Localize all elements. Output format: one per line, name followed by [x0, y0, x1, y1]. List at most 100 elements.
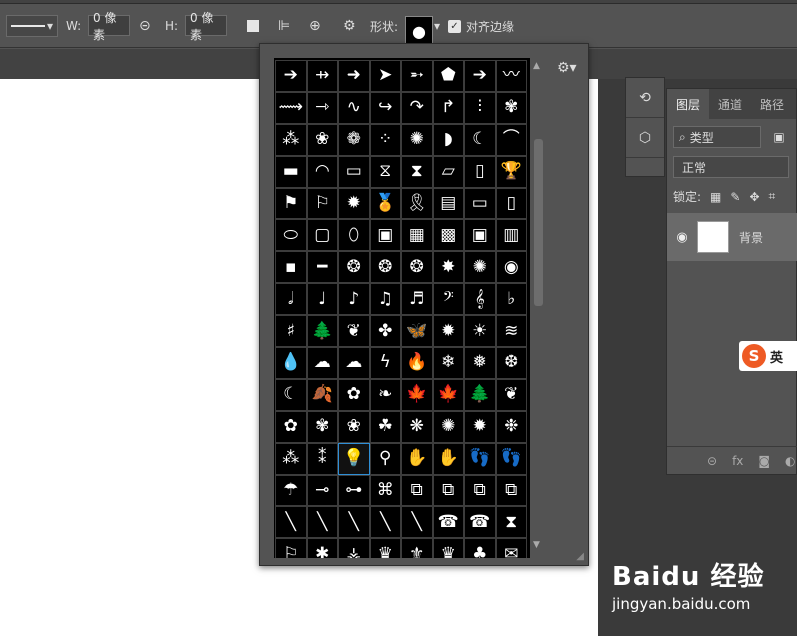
eye-icon[interactable]: ◉	[667, 230, 697, 245]
shape-cell[interactable]: ❀	[306, 123, 338, 156]
shape-cell[interactable]: 💧	[275, 347, 307, 379]
shape-cell[interactable]: ✹	[464, 410, 496, 443]
shape-cell[interactable]: 🏆	[495, 155, 527, 188]
shape-cell[interactable]: ◗	[432, 123, 464, 156]
shape-cell[interactable]: 🍁	[401, 378, 433, 411]
shape-cell[interactable]: ▭	[338, 155, 370, 188]
shape-cell[interactable]: 🦋	[401, 315, 433, 348]
shape-cell[interactable]: ∿	[338, 91, 370, 124]
shape-cell[interactable]: ▪	[275, 251, 307, 284]
shape-cell[interactable]: ♩	[306, 283, 338, 316]
lock-move-icon[interactable]: ✥	[749, 190, 759, 204]
shape-cell[interactable]: ⁂	[275, 123, 307, 156]
path-alignment-icon[interactable]: ⊫	[278, 15, 290, 37]
shape-cell[interactable]: ⧗	[401, 155, 433, 188]
shape-cell[interactable]: ◠	[306, 155, 338, 188]
shape-cell[interactable]: ♣	[464, 538, 496, 558]
lock-transparent-icon[interactable]: ▦	[710, 190, 721, 204]
shape-cell[interactable]: ❦	[495, 378, 527, 411]
3d-icon[interactable]: ⬡	[626, 118, 664, 158]
shape-cell[interactable]: ⧉	[495, 474, 527, 507]
lock-brush-icon[interactable]: ✎	[730, 190, 740, 204]
shape-cell[interactable]: ⫶	[464, 91, 496, 124]
shape-cell[interactable]: ▬	[275, 155, 307, 188]
shape-cell[interactable]: ⌒	[495, 123, 527, 156]
shape-cell[interactable]: ❁	[338, 123, 370, 156]
shape-cell[interactable]: ♛	[432, 538, 464, 558]
scroll-down-icon[interactable]: ▼	[533, 540, 540, 550]
shape-cell[interactable]: ➤	[369, 60, 401, 92]
shape-cell[interactable]: ⚐	[306, 187, 338, 220]
layer-filter-dropdown[interactable]: ⌕ 类型	[673, 126, 761, 148]
shape-cell[interactable]: ╲	[306, 506, 338, 539]
shape-cell[interactable]: ✋	[401, 442, 433, 475]
shape-cell[interactable]: ➔	[464, 60, 496, 92]
shape-cell[interactable]: ⧉	[432, 474, 464, 507]
shape-cell[interactable]: ⚜	[401, 538, 433, 558]
shape-cell[interactable]: ▣	[369, 219, 401, 252]
shape-cell[interactable]: ✸	[432, 251, 464, 284]
shape-cell[interactable]: ╲	[338, 506, 370, 539]
shape-cell[interactable]: ❄	[432, 347, 464, 379]
shape-cell[interactable]: ☎	[432, 506, 464, 539]
ime-toolbar[interactable]: S 英	[739, 341, 797, 371]
shape-cell[interactable]: 👣	[495, 442, 527, 475]
shape-cell[interactable]: ⧉	[401, 474, 433, 507]
shape-cell[interactable]: ☎	[464, 506, 496, 539]
shape-cell[interactable]: ✾	[495, 91, 527, 124]
shape-cell[interactable]: ⚲	[369, 442, 401, 475]
shape-cell[interactable]: ⟿	[275, 91, 307, 124]
gear-icon[interactable]: ⚙▾	[557, 60, 577, 76]
shape-cell[interactable]: ♫	[369, 283, 401, 316]
shape-cell[interactable]: ❂	[369, 251, 401, 284]
gear-icon[interactable]: ⚙	[343, 15, 356, 37]
height-field[interactable]: 0 像素	[185, 11, 227, 42]
path-operations-icon[interactable]	[247, 15, 259, 37]
tab-layers[interactable]: 图层	[667, 89, 710, 119]
shape-cell[interactable]: ⚶	[338, 538, 370, 558]
width-field[interactable]: 0 像素	[88, 11, 130, 42]
shape-cell[interactable]: ↱	[432, 91, 464, 124]
shape-cell[interactable]: ☾	[464, 123, 496, 156]
shape-cell[interactable]: ⌘	[369, 474, 401, 507]
shape-cell[interactable]: ━	[306, 251, 338, 284]
shape-cell[interactable]: 〰	[495, 60, 527, 92]
shape-cell[interactable]: 𝅗𝅥	[275, 283, 307, 316]
shape-cell[interactable]: ✺	[432, 410, 464, 443]
shape-cell[interactable]: ❉	[495, 410, 527, 443]
shape-cell[interactable]: ♭	[495, 283, 527, 316]
shape-cell[interactable]: ▯	[495, 187, 527, 220]
shape-cell[interactable]: ☁	[338, 347, 370, 379]
align-edges-checkbox[interactable]: ✓	[448, 15, 461, 37]
shape-cell[interactable]: ⁑	[306, 442, 338, 475]
mask-icon[interactable]: ◙	[758, 454, 770, 468]
shape-cell[interactable]: 👣	[464, 442, 496, 475]
shape-cell[interactable]: ▯	[464, 155, 496, 188]
shape-cell[interactable]: 🔥	[401, 347, 433, 379]
shape-cell[interactable]: ❦	[338, 315, 370, 348]
image-filter-icon[interactable]: ▣	[767, 126, 791, 148]
layer-row[interactable]: ◉ 背景	[667, 213, 797, 261]
shape-cell[interactable]: ❆	[495, 347, 527, 379]
shape-cell[interactable]: ➵	[401, 60, 433, 92]
shape-preview-button[interactable]: ●	[405, 16, 433, 46]
shape-cell[interactable]: ▭	[464, 187, 496, 220]
shape-cell[interactable]: ☁	[306, 347, 338, 379]
shape-cell[interactable]: ✾	[306, 410, 338, 443]
shape-cell[interactable]: 𝄞	[464, 283, 496, 316]
shape-cell[interactable]: ▣	[464, 219, 496, 252]
shape-cell[interactable]: ⇸	[306, 60, 338, 92]
shape-cell[interactable]: ❂	[338, 251, 370, 284]
shape-cell[interactable]: ☘	[369, 410, 401, 443]
adjustment-icon[interactable]: ◐	[785, 454, 795, 468]
shape-cell[interactable]: ➜	[338, 60, 370, 92]
shape-cell[interactable]: ⊸	[306, 474, 338, 507]
lock-artboard-icon[interactable]: ⌗	[769, 189, 776, 204]
shape-cell[interactable]: ▢	[306, 219, 338, 252]
shape-cell[interactable]: ✺	[401, 123, 433, 156]
shape-cell[interactable]: ╲	[275, 506, 307, 539]
fx-icon[interactable]: fx	[732, 454, 743, 468]
shape-cell[interactable]: ▱	[432, 155, 464, 188]
shape-cell[interactable]: ▤	[432, 187, 464, 220]
link-layers-icon[interactable]: ⊝	[707, 454, 717, 468]
